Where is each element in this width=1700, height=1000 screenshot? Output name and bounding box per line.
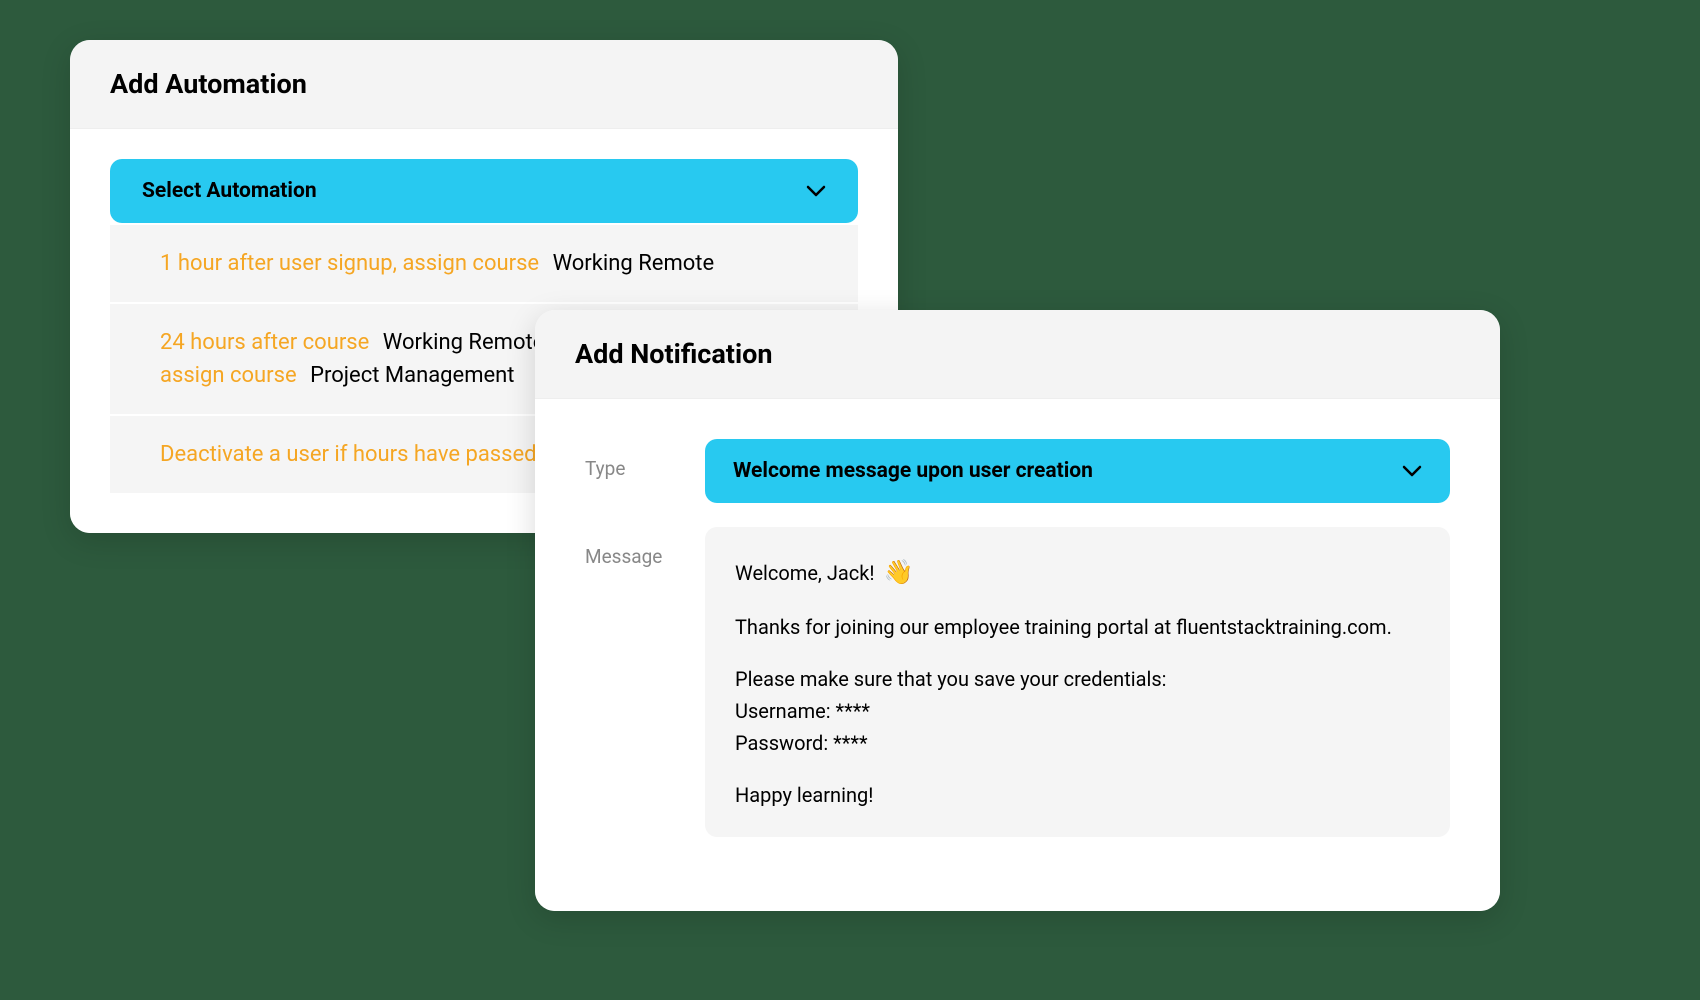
message-line: Please make sure that you save your cred…	[735, 663, 1420, 695]
message-label: Message	[585, 527, 705, 568]
message-closing: Happy learning!	[735, 779, 1420, 811]
type-label: Type	[585, 439, 705, 480]
chevron-down-icon	[1402, 465, 1422, 477]
select-automation-label: Select Automation	[142, 179, 317, 203]
wave-icon: 👋	[883, 558, 913, 586]
option-highlight: 1 hour after user signup, assign course	[160, 251, 539, 276]
message-textarea[interactable]: Welcome, Jack! 👋 Thanks for joining our …	[705, 527, 1450, 837]
add-notification-card: Add Notification Type Welcome message up…	[535, 310, 1500, 911]
option-highlight: Deactivate a user if hours have passed	[160, 442, 537, 467]
automation-title: Add Automation	[110, 68, 858, 100]
notification-card-body: Type Welcome message upon user creation …	[535, 399, 1500, 911]
option-value: Project Management	[310, 363, 514, 388]
type-selected-value: Welcome message upon user creation	[733, 459, 1093, 483]
chevron-down-icon	[806, 185, 826, 197]
option-value: Working Remote	[383, 330, 545, 355]
notification-card-header: Add Notification	[535, 310, 1500, 399]
message-line: Thanks for joining our employee training…	[735, 611, 1420, 643]
message-greeting: Welcome, Jack!	[735, 561, 875, 585]
option-value: Working Remote	[553, 251, 715, 276]
notification-title: Add Notification	[575, 338, 1460, 370]
select-automation-dropdown[interactable]: Select Automation	[110, 159, 858, 223]
option-highlight: assign course	[160, 363, 297, 388]
automation-option[interactable]: 1 hour after user signup, assign course …	[110, 225, 858, 302]
type-row: Type Welcome message upon user creation	[585, 439, 1450, 503]
option-highlight: 24 hours after course	[160, 330, 369, 355]
type-dropdown[interactable]: Welcome message upon user creation	[705, 439, 1450, 503]
message-password: Password: ****	[735, 727, 1420, 759]
automation-card-header: Add Automation	[70, 40, 898, 129]
message-username: Username: ****	[735, 695, 1420, 727]
message-row: Message Welcome, Jack! 👋 Thanks for join…	[585, 527, 1450, 837]
